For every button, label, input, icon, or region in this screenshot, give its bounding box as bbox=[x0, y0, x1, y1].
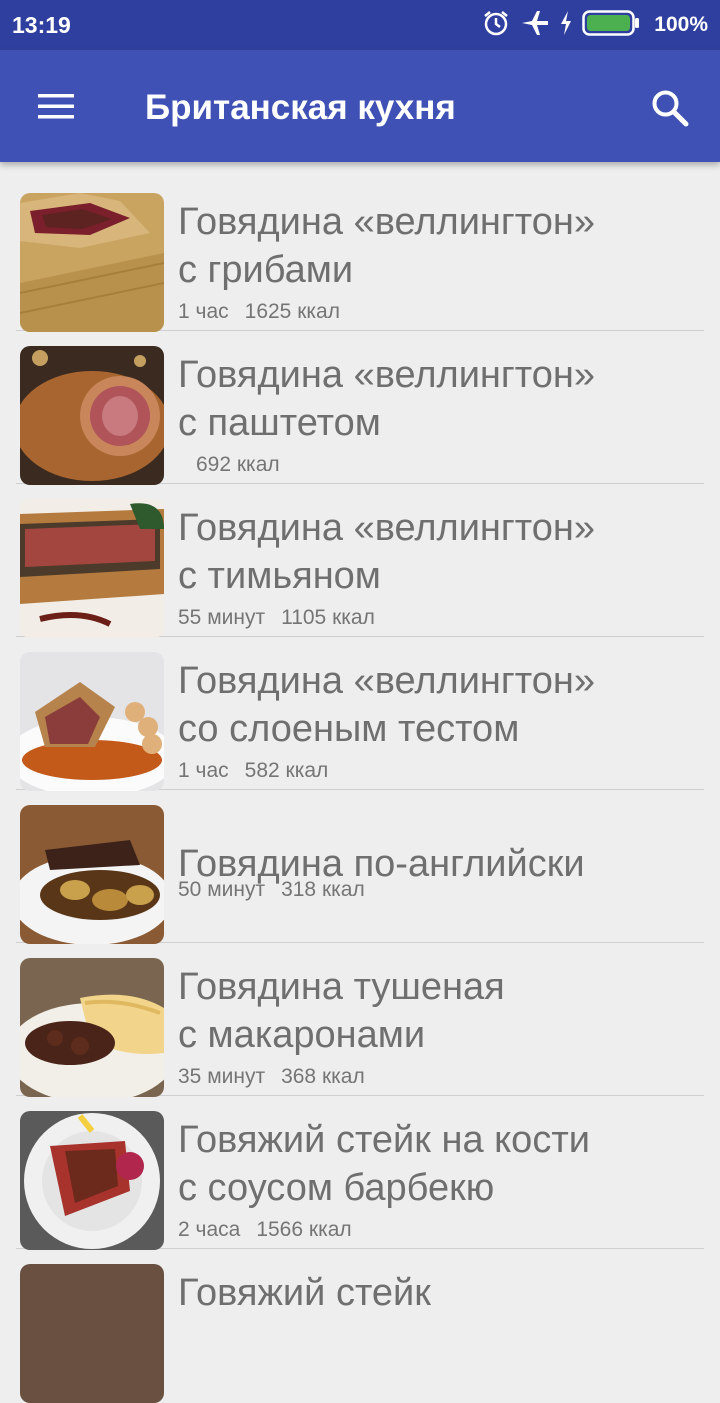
recipe-meta: 1 час 1625 ккал bbox=[178, 300, 340, 324]
recipe-thumbnail bbox=[20, 958, 164, 1097]
recipe-calories: 1105 ккал bbox=[281, 606, 375, 629]
recipe-name: Говядина «веллингтон» с тимьяном bbox=[178, 507, 595, 597]
recipe-time: 50 минут bbox=[178, 878, 266, 901]
recipe-meta: 35 минут 368 ккал bbox=[178, 1065, 365, 1089]
recipe-list: Говядина «веллингтон» с грибами 1 час 1625… bbox=[0, 178, 720, 1403]
app-bar: Британская кухня bbox=[0, 50, 720, 162]
menu-icon bbox=[38, 94, 74, 119]
search-icon bbox=[652, 90, 689, 127]
airplane-icon bbox=[520, 9, 550, 42]
recipe-item[interactable]: Говядина тушеная с макаронами 35 минут 368… bbox=[16, 943, 704, 1097]
recipe-time: 2 часа bbox=[178, 1218, 241, 1241]
recipe-thumbnail bbox=[20, 193, 164, 332]
battery-percent: 100% bbox=[654, 13, 708, 36]
recipe-item[interactable]: Говядина «веллингтон» со слоеным тестом 1… bbox=[16, 637, 704, 791]
recipe-thumbnail bbox=[20, 499, 164, 638]
recipe-calories: 368 ккал bbox=[281, 1065, 365, 1088]
recipe-calories: 692 ккал bbox=[196, 453, 280, 476]
recipe-meta: 50 минут 318 ккал bbox=[178, 878, 365, 902]
recipe-name: Говяжий стейк bbox=[178, 1272, 431, 1314]
recipe-name: Говядина тушеная с макаронами bbox=[178, 966, 505, 1056]
search-button[interactable] bbox=[640, 78, 700, 138]
recipe-calories: 582 ккал bbox=[244, 759, 329, 782]
recipe-item[interactable]: Говядина «веллингтон» с тимьяном 55 минут… bbox=[16, 484, 704, 638]
recipe-calories: 1566 ккал bbox=[256, 1218, 352, 1241]
recipe-item[interactable]: Говядина по-английски 50 минут 318 ккал bbox=[16, 790, 704, 944]
battery-icon bbox=[582, 9, 640, 41]
recipe-thumbnail bbox=[20, 346, 164, 485]
status-icons: 100% bbox=[482, 9, 708, 42]
alarm-icon bbox=[482, 9, 510, 42]
recipe-thumbnail bbox=[20, 1111, 164, 1250]
recipe-time: 35 минут bbox=[178, 1065, 266, 1088]
recipe-thumbnail bbox=[20, 1264, 164, 1403]
recipe-meta: 2 часа 1566 ккал bbox=[178, 1218, 352, 1242]
recipe-name: Говядина «веллингтон» со слоеным тестом bbox=[178, 660, 595, 750]
recipe-calories: 1625 ккал bbox=[244, 300, 340, 323]
recipe-name: Говядина «веллингтон» с паштетом bbox=[178, 354, 595, 444]
recipe-thumbnail bbox=[20, 652, 164, 791]
recipe-meta: 692 ккал bbox=[196, 453, 280, 477]
status-bar: 13:19 100% bbox=[0, 0, 720, 50]
recipe-item[interactable]: Говяжий стейк на кости с соусом барбекю 2… bbox=[16, 1096, 704, 1250]
menu-button[interactable] bbox=[26, 76, 86, 136]
recipe-time: 55 минут bbox=[178, 606, 266, 629]
recipe-thumbnail bbox=[20, 805, 164, 944]
recipe-item[interactable]: Говядина «веллингтон» с паштетом 692 ккал bbox=[16, 331, 704, 485]
recipe-meta: 1 час 582 ккал bbox=[178, 759, 328, 783]
recipe-meta: 55 минут 1105 ккал bbox=[178, 606, 375, 630]
recipe-item[interactable]: Говядина «веллингтон» с грибами 1 час 1625… bbox=[16, 178, 704, 332]
recipe-calories: 318 ккал bbox=[281, 878, 365, 901]
status-time: 13:19 bbox=[12, 12, 71, 38]
recipe-name: Говяжий стейк на кости с соусом барбекю bbox=[178, 1119, 590, 1209]
recipe-time: 1 час bbox=[178, 759, 229, 782]
recipe-name: Говядина «веллингтон» с грибами bbox=[178, 201, 595, 291]
recipe-item[interactable]: Говяжий стейк bbox=[16, 1249, 704, 1403]
charging-icon bbox=[560, 10, 572, 40]
page-title: Британская кухня bbox=[145, 88, 456, 127]
recipe-time: 1 час bbox=[178, 300, 229, 323]
